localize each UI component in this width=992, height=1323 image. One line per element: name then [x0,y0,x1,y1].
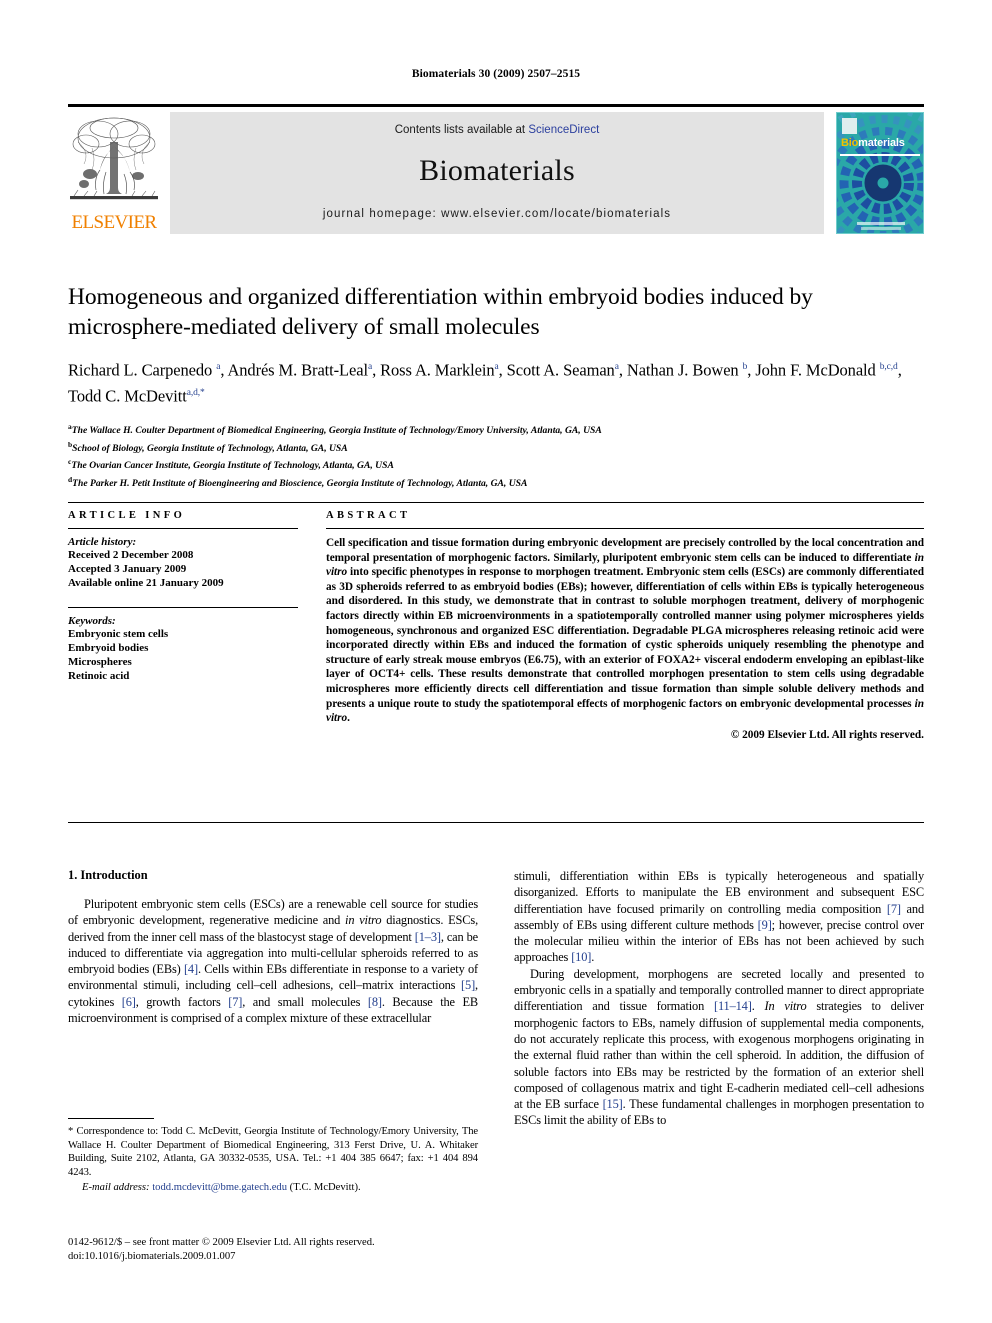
elsevier-wordmark: ELSEVIER [71,212,158,233]
keyword-item: Embryoid bodies [68,641,149,654]
abstract-heading: ABSTRACT [326,510,411,521]
affiliation-text: The Parker H. Petit Institute of Bioengi… [72,477,528,489]
introduction-heading: 1. Introduction [68,868,148,882]
abstract-text: Cell specification and tissue formation … [326,537,924,725]
article-info-column: ARTICLE INFO Article history: Received 2… [68,510,298,683]
article-info-rule [68,528,298,529]
affiliation-text: The Ovarian Cancer Institute, Georgia In… [71,460,394,472]
affiliation-text: The Wallace H. Coulter Department of Bio… [71,425,602,437]
abstract-copyright: © 2009 Elsevier Ltd. All rights reserved… [730,728,924,741]
affiliation-item: dThe Parker H. Petit Institute of Bioeng… [68,473,924,491]
body-column-right: stimuli, differentiation within EBs is t… [514,868,924,1129]
imprint-block: 0142-9612/$ – see front matter © 2009 El… [68,1236,518,1263]
email-label: E-mail address: [82,1182,150,1194]
contents-prefix: Contents lists available at [394,124,529,136]
article-info-spacer [68,591,298,607]
affiliation-item: aThe Wallace H. Coulter Department of Bi… [68,420,924,438]
email-owner: (T.C. McDevitt). [289,1182,361,1194]
banner-center-panel: Contents lists available at ScienceDirec… [170,112,824,234]
email-line: E-mail address: todd.mcdevitt@bme.gatech… [68,1181,478,1195]
keyword-item: Embryonic stem cells [68,627,169,640]
footnote-rule [68,1118,154,1119]
cover-elsevier-mark [842,118,857,134]
journal-homepage-link[interactable]: journal homepage: www.elsevier.com/locat… [170,208,824,220]
cover-title-bio: Bio [841,137,859,149]
journal-banner: ELSEVIER Contents lists available at Sci… [68,104,924,236]
cover-journal-title: Biomaterials [841,137,905,149]
keywords-rule [68,606,298,608]
running-head: Biomaterials 30 (2009) 2507–2515 [411,68,581,80]
email-address-link[interactable]: todd.mcdevitt@bme.gatech.edu [152,1182,287,1193]
affiliation-item: cThe Ovarian Cancer Institute, Georgia I… [68,455,924,473]
article-info-heading: ARTICLE INFO [68,510,186,521]
introduction-paragraph-right-2: During development, morphogens are secre… [514,966,925,1128]
correspondence-footnote: * Correspondence to: Todd C. McDevitt, G… [68,1118,478,1195]
contents-available-line: Contents lists available at ScienceDirec… [170,124,824,136]
keyword-item: Retinoic acid [68,670,130,683]
title-block: Homogeneous and organized differentiatio… [68,282,924,490]
affiliation-text: School of Biology, Georgia Institute of … [72,442,348,454]
info-abstract-bottom-rule [68,822,924,823]
abstract-rule [326,528,924,529]
affiliation-item: bSchool of Biology, Georgia Institute of… [68,438,924,456]
imprint-line-1: 0142-9612/$ – see front matter © 2009 El… [68,1237,375,1248]
imprint-line-2: doi:10.1016/j.biomaterials.2009.01.007 [68,1250,236,1262]
correspondence-text: * Correspondence to: Todd C. McDevitt, G… [68,1126,478,1178]
keywords-label: Keywords: [68,614,116,627]
banner-top-rule [68,104,924,107]
article-history-item: Accepted 3 January 2009 [68,563,187,576]
affiliation-list: aThe Wallace H. Coulter Department of Bi… [68,420,924,490]
journal-cover-thumbnail: Biomaterials [836,112,924,234]
introduction-paragraph-left: Pluripotent embryonic stem cells (ESCs) … [68,897,479,1026]
cover-footer-line-1 [857,222,905,225]
article-history-label: Article history: [68,536,137,548]
keyword-item: Microspheres [68,656,132,669]
journal-title: Biomaterials [419,154,575,187]
abstract-column: ABSTRACT Cell specification and tissue f… [326,510,924,741]
introduction-paragraph-right-1: stimuli, differentiation within EBs is t… [514,869,925,965]
cover-title-materials: materials [858,137,905,149]
article-first-page: Biomaterials 30 (2009) 2507–2515 ELSEVIE… [0,0,992,1323]
cover-title-underline [840,154,920,156]
article-history-item: Available online 21 January 2009 [68,577,224,590]
info-abstract-top-rule [68,502,924,503]
elsevier-logo: ELSEVIER [68,112,160,234]
page-title: Homogeneous and organized differentiatio… [68,284,813,340]
author-list: Richard L. Carpenedo a, Andrés M. Bratt-… [68,360,902,406]
body-column-left: 1. Introduction Pluripotent embryonic st… [68,868,478,1026]
cover-footer-line-2 [861,227,901,230]
sciencedirect-link[interactable]: ScienceDirect [528,124,599,136]
elsevier-tree-icon [70,112,158,207]
article-history-item: Received 2 December 2008 [68,549,194,561]
